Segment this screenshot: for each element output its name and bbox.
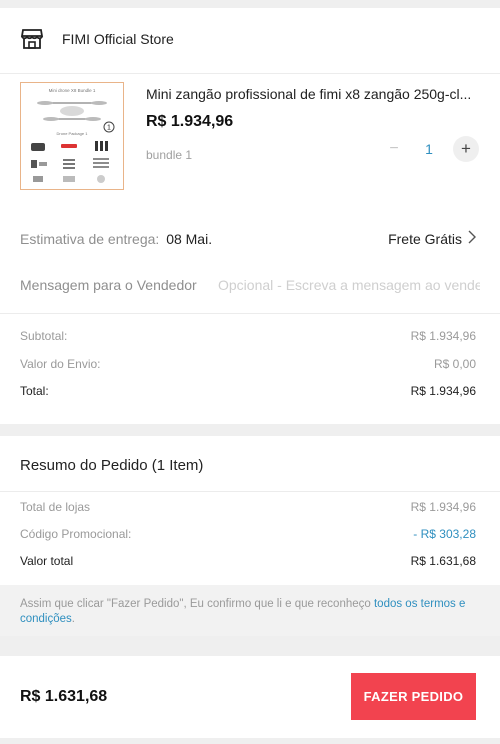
final-total-value: R$ 1.631,68 xyxy=(410,554,476,568)
quantity-value: 1 xyxy=(425,141,433,157)
place-order-button[interactable]: FAZER PEDIDO xyxy=(351,673,476,720)
decrement-button[interactable]: − xyxy=(381,136,407,162)
thumb-badge: 1 xyxy=(107,125,111,132)
footer-total: R$ 1.631,68 xyxy=(20,688,108,705)
product-price: R$ 1.934,96 xyxy=(146,113,234,130)
shipping-cost-row: Valor do Envio: R$ 0,00 xyxy=(20,357,476,371)
subtotal-label: Subtotal: xyxy=(20,329,68,343)
delivery-date: 08 Mai. xyxy=(166,230,213,247)
store-card: FIMI Official Store Mini drone X8 Bundle… xyxy=(0,8,500,424)
stores-total-row: Total de lojas R$ 1.934,96 xyxy=(20,500,476,514)
thumb-package: Drone Package 1 xyxy=(57,131,89,136)
terms-end: . xyxy=(71,613,75,625)
increment-button[interactable]: + xyxy=(453,136,479,162)
delivery-label: Estimativa de entrega: xyxy=(20,230,160,247)
final-total-row: Valor total R$ 1.631,68 xyxy=(20,554,476,568)
product-thumbnail[interactable]: Mini drone X8 Bundle 1 1 Drone Package 1 xyxy=(20,82,124,190)
summary-title: Resumo do Pedido (1 Item) xyxy=(20,457,204,474)
thumb-title: Mini drone X8 Bundle 1 xyxy=(49,88,96,93)
promo-code-row[interactable]: Código Promocional: - R$ 303,28 xyxy=(20,527,476,541)
delivery-row[interactable]: Estimativa de entrega: 08 Mai. Frete Grá… xyxy=(20,230,476,247)
final-total-label: Valor total xyxy=(20,554,74,568)
message-label: Mensagem para o Vendedor xyxy=(20,277,197,293)
promo-code-label: Código Promocional: xyxy=(20,527,132,541)
store-icon xyxy=(20,28,44,50)
shipping-option: Frete Grátis xyxy=(388,230,462,247)
product-variant[interactable]: bundle 1 xyxy=(146,148,192,162)
message-input[interactable]: Opcional - Escreva a mensagem ao vendedo… xyxy=(218,277,480,293)
terms-text: Assim que clicar "Fazer Pedido", Eu conf… xyxy=(20,598,374,610)
chevron-right-icon xyxy=(468,230,476,247)
stores-total-label: Total de lojas xyxy=(20,500,91,514)
order-summary-card: Resumo do Pedido (1 Item) Total de lojas… xyxy=(0,436,500,636)
stores-total-value: R$ 1.934,96 xyxy=(410,500,476,514)
total-value: R$ 1.934,96 xyxy=(410,384,476,398)
drone-illustration xyxy=(37,101,107,121)
total-label: Total: xyxy=(20,384,49,398)
shipping-cost-label: Valor do Envio: xyxy=(20,357,101,371)
product-title[interactable]: Mini zangão profissional de fimi x8 zang… xyxy=(146,86,486,102)
store-header[interactable]: FIMI Official Store xyxy=(20,28,174,50)
terms-notice: Assim que clicar "Fazer Pedido", Eu conf… xyxy=(0,585,500,636)
shipping-cost-value: R$ 0,00 xyxy=(433,357,476,371)
total-row: Total: R$ 1.934,96 xyxy=(20,384,476,398)
checkout-footer: R$ 1.631,68 FAZER PEDIDO xyxy=(0,656,500,738)
store-name: FIMI Official Store xyxy=(62,31,174,47)
subtotal-row: Subtotal: R$ 1.934,96 xyxy=(20,329,476,343)
accessories-illustration xyxy=(31,141,109,183)
subtotal-value: R$ 1.934,96 xyxy=(410,329,476,343)
promo-code-value: - R$ 303,28 xyxy=(413,527,476,541)
